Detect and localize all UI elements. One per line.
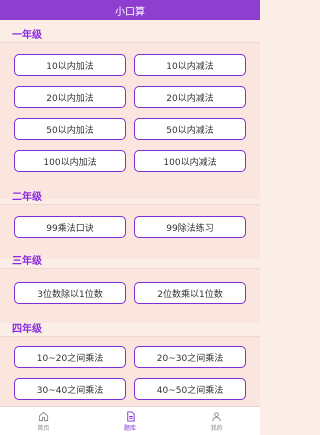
exercise-button[interactable]: 20以内加法 [14,86,126,108]
exercise-button[interactable]: 10以内加法 [14,54,126,76]
app-title-bar: 小口算 [0,0,260,20]
tab-profile-label: 我的 [210,424,223,432]
exercise-button[interactable]: 40~50之间乘法 [134,378,246,400]
bottom-tab-bar: 首页 题库 我的 [0,406,260,435]
tab-home[interactable]: 首页 [0,407,87,435]
section-title-grade4: 四年级 [12,324,42,335]
section-title-grade1: 一年级 [12,30,42,41]
exercise-button[interactable]: 20~30之间乘法 [134,346,246,368]
exercise-button[interactable]: 50以内加法 [14,118,126,140]
exercise-button[interactable]: 20以内减法 [134,86,246,108]
exercise-button[interactable]: 30~40之间乘法 [14,378,126,400]
tab-home-label: 首页 [37,424,50,432]
exercise-button[interactable]: 10~20之间乘法 [14,346,126,368]
exercise-button[interactable]: 3位数除以1位数 [14,282,126,304]
section-title-grade2: 二年级 [12,192,42,203]
exercise-button[interactable]: 50以内减法 [134,118,246,140]
exercise-button[interactable]: 99除法练习 [134,216,246,238]
section-title-grade3: 三年级 [12,256,42,267]
exercise-list[interactable]: 一年级 10以内加法 10以内减法 20以内加法 20以内减法 50以内加法 5… [0,20,260,406]
exercise-button[interactable]: 99乘法口诀 [14,216,126,238]
app-title: 小口算 [115,6,145,18]
user-icon [212,411,221,421]
tab-question-bank[interactable]: 题库 [87,407,174,435]
tab-profile[interactable]: 我的 [173,407,260,435]
document-icon [126,410,135,422]
exercise-button[interactable]: 100以内减法 [134,150,246,172]
exercise-button[interactable]: 2位数乘以1位数 [134,282,246,304]
exercise-button[interactable]: 10以内减法 [134,54,246,76]
home-icon [38,411,48,421]
tab-question-bank-label: 题库 [124,424,137,432]
exercise-button[interactable]: 100以内加法 [14,150,126,172]
